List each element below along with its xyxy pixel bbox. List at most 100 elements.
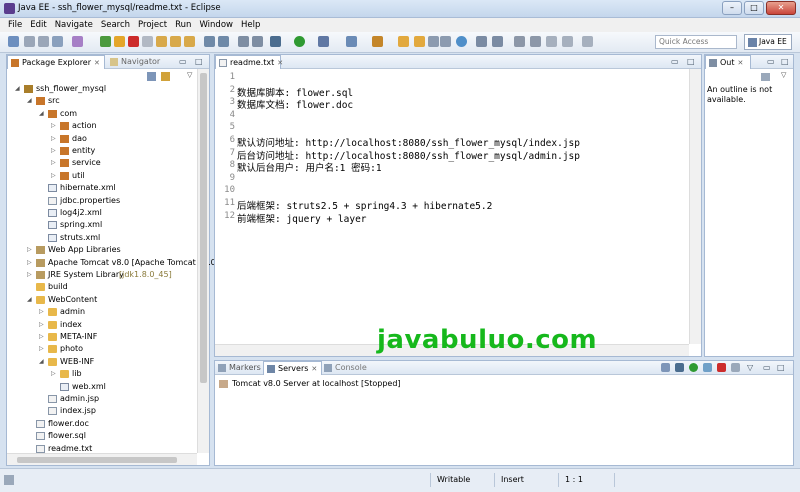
menu-run[interactable]: Run <box>175 20 191 30</box>
tree-scroll-thumb[interactable] <box>200 73 207 383</box>
menu-navigate[interactable]: Navigate <box>55 20 93 30</box>
collapsed-arrow-icon[interactable]: ▷ <box>51 368 59 380</box>
code-line[interactable]: 数据库文档: flower.doc <box>237 97 353 111</box>
expanded-arrow-icon[interactable]: ◢ <box>39 108 47 120</box>
tab-servers[interactable]: Servers ✕ <box>263 361 323 375</box>
menu-edit[interactable]: Edit <box>30 20 46 30</box>
collapsed-arrow-icon[interactable]: ▷ <box>51 170 59 182</box>
next-annotation-icon[interactable] <box>514 36 525 47</box>
link-with-editor-icon[interactable] <box>161 72 170 81</box>
collapsed-arrow-icon[interactable]: ▷ <box>51 157 59 169</box>
outline-toolbar-icon[interactable] <box>761 73 770 81</box>
new-package-icon[interactable] <box>372 36 383 47</box>
view-menu-servers-icon[interactable]: ▽ <box>747 363 753 372</box>
collapsed-arrow-icon[interactable]: ▷ <box>27 244 35 256</box>
collapsed-arrow-icon[interactable]: ▷ <box>39 306 47 318</box>
run-icon[interactable] <box>294 36 305 47</box>
start-server-icon[interactable] <box>689 363 698 372</box>
debug-server-icon[interactable] <box>675 363 684 372</box>
collapsed-arrow-icon[interactable]: ▷ <box>51 120 59 132</box>
outline-view-menu-icon[interactable]: ▽ <box>781 71 786 79</box>
maximize-view-icon[interactable]: □ <box>195 57 203 66</box>
save-icon[interactable] <box>24 36 35 47</box>
collapsed-arrow-icon[interactable]: ▷ <box>51 145 59 157</box>
expanded-arrow-icon[interactable]: ◢ <box>39 356 47 368</box>
server-icon[interactable] <box>252 36 263 47</box>
terminate-icon[interactable] <box>128 36 139 47</box>
fast-view-icon[interactable] <box>4 475 14 485</box>
maximize-button[interactable]: □ <box>744 1 764 15</box>
menu-file[interactable]: File <box>8 20 22 30</box>
tab-outline[interactable]: Out ✕ <box>705 55 751 69</box>
minimize-servers-icon[interactable]: ▭ <box>763 363 771 372</box>
open-console-icon[interactable] <box>238 36 249 47</box>
close-tab-icon[interactable]: ✕ <box>94 59 100 67</box>
save-all-icon[interactable] <box>38 36 49 47</box>
collapsed-arrow-icon[interactable]: ▷ <box>39 343 47 355</box>
step-over-icon[interactable] <box>170 36 181 47</box>
profile-server-icon[interactable] <box>703 363 712 372</box>
menu-project[interactable]: Project <box>138 20 167 30</box>
editor-vertical-scrollbar[interactable] <box>689 69 701 344</box>
view-menu-icon[interactable]: ▽ <box>187 71 192 79</box>
collapse-all-servers-icon[interactable] <box>661 363 670 372</box>
maximize-servers-icon[interactable]: □ <box>777 363 785 372</box>
maximize-outline-icon[interactable]: □ <box>781 57 789 66</box>
expanded-arrow-icon[interactable]: ◢ <box>27 294 35 306</box>
close-servers-icon[interactable]: ✕ <box>311 365 317 373</box>
menu-search[interactable]: Search <box>101 20 130 30</box>
close-button[interactable]: ✕ <box>766 1 796 15</box>
print-icon[interactable] <box>52 36 63 47</box>
tree-vertical-scrollbar[interactable] <box>197 69 209 453</box>
back-icon[interactable] <box>562 36 573 47</box>
skip-breakpoints-icon[interactable] <box>72 36 83 47</box>
new-java-class-icon[interactable] <box>346 36 357 47</box>
use-step-filters-icon[interactable] <box>218 36 229 47</box>
collapsed-arrow-icon[interactable]: ▷ <box>27 257 35 269</box>
collapsed-arrow-icon[interactable]: ▷ <box>51 133 59 145</box>
suspend-icon[interactable] <box>114 36 125 47</box>
tree-horizontal-scrollbar[interactable] <box>7 453 197 465</box>
tab-package-explorer[interactable]: Package Explorer ✕ <box>7 55 105 69</box>
web-browser-icon[interactable] <box>456 36 467 47</box>
expanded-arrow-icon[interactable]: ◢ <box>27 95 35 107</box>
resume-icon[interactable] <box>100 36 111 47</box>
perspective-java-ee-button[interactable]: Java EE <box>744 34 792 50</box>
tab-navigator[interactable]: Navigator <box>107 55 164 69</box>
text-editor[interactable]: 1 2 3 4 5 6 7 8 9 10 11 12 数据库脚本: flower.sql 数据库文档: … <box>215 69 689 344</box>
annotation-icon[interactable] <box>440 36 451 47</box>
close-outline-icon[interactable]: ✕ <box>738 59 744 67</box>
tab-readme-txt[interactable]: readme.txt ✕ <box>215 55 283 69</box>
disconnect-icon[interactable] <box>142 36 153 47</box>
tree-hscroll-thumb[interactable] <box>17 457 177 463</box>
toggle-block-selection-icon[interactable] <box>492 36 503 47</box>
expanded-arrow-icon[interactable]: ◢ <box>15 83 23 95</box>
maximize-editor-icon[interactable]: □ <box>687 57 695 66</box>
code-line[interactable]: 前端框架: jquery + layer <box>237 211 367 225</box>
publish-server-icon[interactable] <box>731 363 740 372</box>
last-edit-location-icon[interactable] <box>546 36 557 47</box>
tab-console[interactable]: Console <box>321 361 371 375</box>
collapsed-arrow-icon[interactable]: ▷ <box>27 269 35 281</box>
search-icon[interactable] <box>428 36 439 47</box>
previous-annotation-icon[interactable] <box>530 36 541 47</box>
minimize-button[interactable]: – <box>722 1 742 15</box>
debug-icon[interactable] <box>270 36 281 47</box>
minimize-editor-icon[interactable]: ▭ <box>671 57 679 66</box>
new-icon[interactable] <box>8 36 19 47</box>
forward-icon[interactable] <box>582 36 593 47</box>
menu-help[interactable]: Help <box>241 20 260 30</box>
menu-window[interactable]: Window <box>199 20 233 30</box>
step-into-icon[interactable] <box>156 36 167 47</box>
minimize-view-icon[interactable]: ▭ <box>179 57 187 66</box>
collapsed-arrow-icon[interactable]: ▷ <box>39 319 47 331</box>
code-line[interactable]: 默认后台用户: 用户名:1 密码:1 <box>237 160 382 174</box>
collapsed-arrow-icon[interactable]: ▷ <box>39 331 47 343</box>
toggle-mark-occurrences-icon[interactable] <box>476 36 487 47</box>
stop-server-icon[interactable] <box>717 363 726 372</box>
collapse-all-icon[interactable] <box>147 72 156 81</box>
tab-markers[interactable]: Markers <box>215 361 265 375</box>
drop-to-frame-icon[interactable] <box>204 36 215 47</box>
step-return-icon[interactable] <box>184 36 195 47</box>
external-tools-icon[interactable] <box>318 36 329 47</box>
